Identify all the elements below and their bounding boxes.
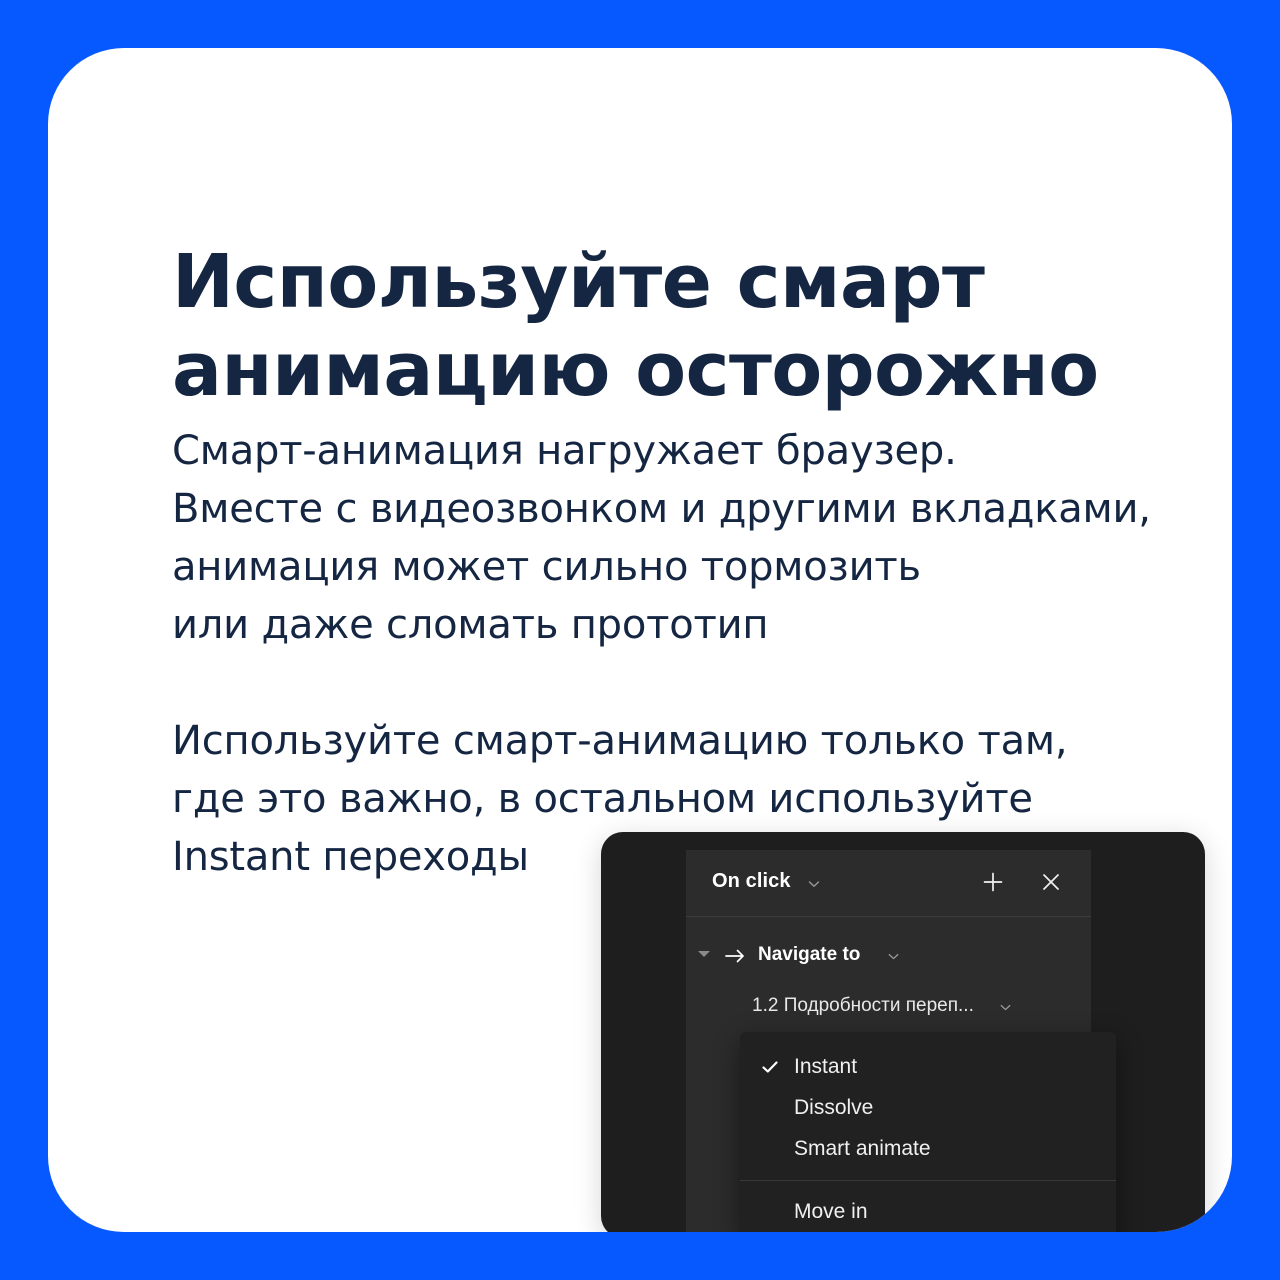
menu-item-instant[interactable]: Instant — [740, 1046, 1116, 1087]
paragraph-1-line-2: Вместе с видеозвонком и другими вкладкам… — [172, 486, 1151, 532]
chevron-down-icon[interactable] — [886, 949, 901, 964]
plus-icon[interactable] — [981, 870, 1005, 894]
arrow-right-icon — [722, 943, 748, 969]
triangle-down-icon[interactable] — [698, 951, 710, 957]
paragraph-1: Смарт-анимация нагружает браузер. Вместе… — [172, 422, 1212, 654]
check-icon — [761, 1058, 779, 1076]
slide-root: Используйте смарт анимацию осторожно Сма… — [0, 0, 1280, 1280]
destination-row[interactable]: 1.2 Подробности переп... — [686, 990, 1091, 1030]
close-icon[interactable] — [1039, 870, 1063, 894]
trigger-label[interactable]: On click — [712, 870, 791, 893]
headline-line-1: Используйте смарт — [172, 238, 985, 325]
body-copy: Смарт-анимация нагружает браузер. Вместе… — [172, 422, 1212, 886]
chevron-down-icon[interactable] — [806, 876, 822, 892]
menu-item-move-in[interactable]: Move in — [740, 1191, 1116, 1232]
menu-item-label: Move in — [794, 1199, 868, 1223]
headline-line-2: анимацию осторожно — [172, 326, 1099, 413]
content-card: Используйте смарт анимацию осторожно Сма… — [48, 48, 1232, 1232]
navigate-action-row[interactable]: Navigate to — [686, 936, 1091, 980]
paragraph-2-line-2: где это важно, в остальном используйте — [172, 776, 1033, 822]
animation-type-menu: Instant Dissolve Smart animate Move in — [740, 1032, 1116, 1232]
menu-item-label: Smart animate — [794, 1136, 931, 1160]
menu-item-label: Instant — [794, 1054, 858, 1078]
menu-item-label: Dissolve — [794, 1095, 874, 1119]
popover-header: On click — [686, 850, 1091, 917]
paragraph-1-line-1: Смарт-анимация нагружает браузер. — [172, 428, 957, 474]
paragraph-1-line-3: анимация может сильно тормозить — [172, 544, 921, 590]
chevron-down-icon[interactable] — [998, 1000, 1013, 1015]
paragraph-1-line-4: или даже сломать прототип — [172, 602, 769, 648]
menu-item-smart-animate[interactable]: Smart animate — [740, 1128, 1116, 1169]
menu-item-dissolve[interactable]: Dissolve — [740, 1087, 1116, 1128]
paragraph-2-line-1: Используйте смарт-анимацию только там, — [172, 718, 1068, 764]
destination-label[interactable]: 1.2 Подробности переп... — [752, 995, 974, 1017]
page-title: Используйте смарт анимацию осторожно — [172, 238, 1172, 414]
menu-divider — [740, 1180, 1116, 1181]
action-label[interactable]: Navigate to — [758, 944, 860, 966]
